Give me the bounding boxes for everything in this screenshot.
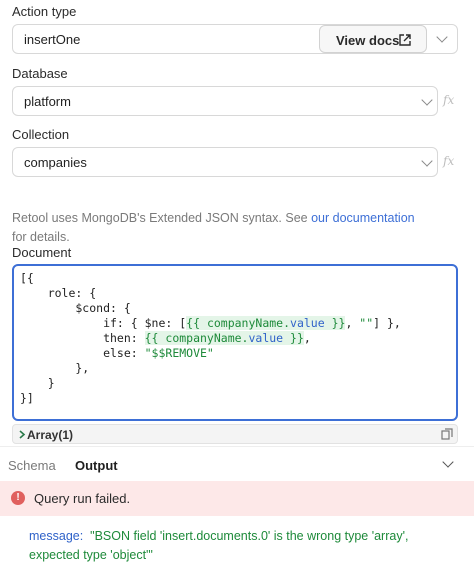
extended-json-info: Retool uses MongoDB's Extended JSON synt…: [12, 209, 432, 247]
database-select[interactable]: platform: [12, 86, 438, 116]
view-docs-label: View docs: [336, 33, 400, 48]
tab-schema[interactable]: Schema: [8, 458, 56, 473]
chevron-down-icon: [436, 31, 448, 43]
error-title: Query run failed.: [34, 491, 131, 506]
result-preview-label: Array(1): [27, 428, 74, 442]
action-type-label: Action type: [12, 4, 77, 19]
external-link-icon: [399, 34, 411, 46]
view-docs-button[interactable]: View docs: [319, 25, 427, 53]
code-line: then: {{ companyName.value }},: [20, 331, 311, 345]
error-banner: ! Query run failed.: [0, 481, 474, 516]
chevron-right-icon: [19, 430, 26, 439]
chevron-down-icon: [421, 94, 433, 106]
code-line: if: { $ne: [{{ companyName.value }}, ""]…: [20, 316, 401, 330]
document-label: Document: [12, 245, 72, 260]
code-line: },: [20, 361, 90, 375]
code-line: }: [20, 376, 55, 390]
copy-icon[interactable]: [441, 428, 453, 440]
code-line: [{: [20, 271, 34, 285]
code-line: $cond: {: [20, 301, 131, 315]
database-label: Database: [12, 66, 68, 81]
collection-select[interactable]: companies: [12, 147, 438, 177]
result-preview[interactable]: Array(1): [12, 424, 458, 444]
code-line: }]: [20, 391, 34, 405]
chevron-down-icon: [421, 155, 433, 167]
error-message: message: "BSON field 'insert.documents.0…: [29, 527, 459, 565]
error-icon: !: [11, 491, 25, 505]
code-line: role: {: [20, 286, 97, 300]
fx-icon[interactable]: fx: [443, 154, 454, 168]
tab-output[interactable]: Output: [75, 458, 118, 473]
code-line: else: "$$REMOVE": [20, 346, 214, 360]
action-type-value: insertOne: [24, 32, 81, 47]
database-value: platform: [24, 94, 71, 109]
info-text: Retool uses MongoDB's Extended JSON synt…: [12, 211, 312, 225]
collection-value: companies: [24, 155, 87, 170]
fx-icon[interactable]: fx: [443, 93, 454, 107]
info-text-end: for details.: [12, 230, 70, 244]
message-key: message:: [29, 529, 84, 543]
documentation-link[interactable]: our documentation: [311, 211, 415, 225]
message-value: "BSON field 'insert.documents.0' is the …: [29, 529, 409, 562]
collection-label: Collection: [12, 127, 70, 142]
output-tabs: Schema Output: [0, 446, 474, 480]
document-code: [{ role: { $cond: { if: { $ne: [{{ compa…: [20, 271, 401, 406]
document-editor[interactable]: [{ role: { $cond: { if: { $ne: [{{ compa…: [12, 264, 458, 421]
chevron-down-icon[interactable]: [442, 456, 454, 468]
